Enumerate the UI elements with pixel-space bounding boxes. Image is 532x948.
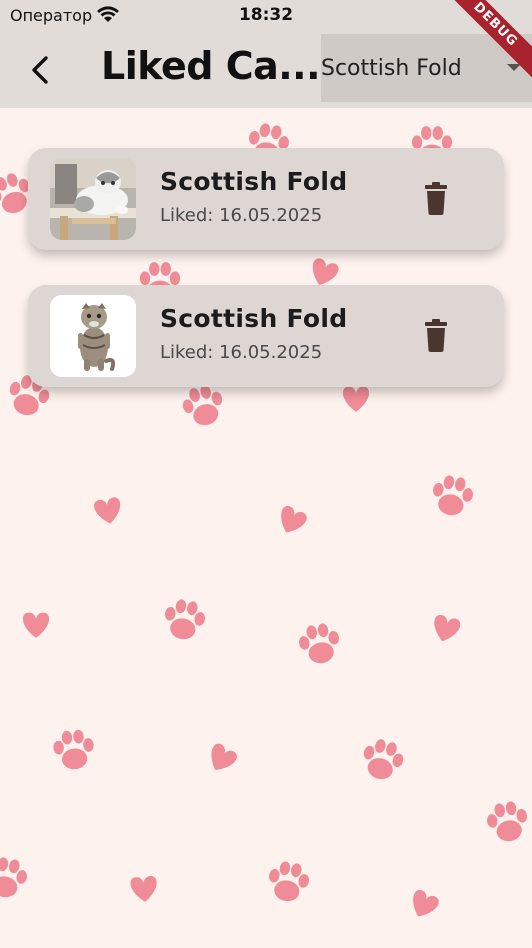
- card-breed-name: Scottish Fold: [160, 167, 348, 196]
- card-breed-name: Scottish Fold: [160, 304, 348, 333]
- paw-icon: [429, 472, 476, 519]
- cat-photo: [50, 158, 136, 240]
- paw-icon: [178, 381, 228, 430]
- heart-icon: [93, 496, 124, 526]
- paw-icon: [52, 728, 96, 771]
- heart-icon: [129, 875, 159, 903]
- delete-button[interactable]: [421, 182, 451, 216]
- liked-cat-card[interactable]: Scottish Fold Liked: 16.05.2025: [28, 148, 504, 250]
- delete-button[interactable]: [421, 319, 451, 353]
- cat-photo: [50, 295, 136, 377]
- page-title: Liked Ca...: [101, 44, 321, 88]
- heart-icon: [342, 386, 370, 412]
- liked-cat-card[interactable]: Scottish Fold Liked: 16.05.2025: [28, 285, 504, 387]
- heart-icon: [429, 613, 462, 645]
- heart-icon: [22, 612, 50, 638]
- chevron-left-icon: [32, 56, 48, 84]
- paw-icon: [0, 854, 30, 901]
- breed-filter-selected-value: Scottish Fold: [321, 56, 462, 81]
- paw-icon: [296, 620, 343, 667]
- card-liked-date: Liked: 16.05.2025: [160, 205, 323, 226]
- back-button[interactable]: [22, 50, 62, 90]
- trash-icon: [425, 319, 447, 352]
- trash-icon: [425, 182, 447, 215]
- paw-icon: [358, 735, 408, 784]
- app-bar: Liked Ca... Scottish Fold: [0, 32, 532, 108]
- paw-icon: [484, 798, 531, 845]
- heart-icon: [406, 888, 441, 923]
- heart-icon: [203, 741, 240, 777]
- heart-icon: [274, 504, 309, 539]
- clock: 18:32: [238, 5, 294, 25]
- paw-icon: [161, 596, 208, 643]
- card-liked-date: Liked: 16.05.2025: [160, 342, 323, 363]
- paw-icon: [265, 858, 312, 905]
- status-bar: Оператор 18:32: [0, 0, 532, 32]
